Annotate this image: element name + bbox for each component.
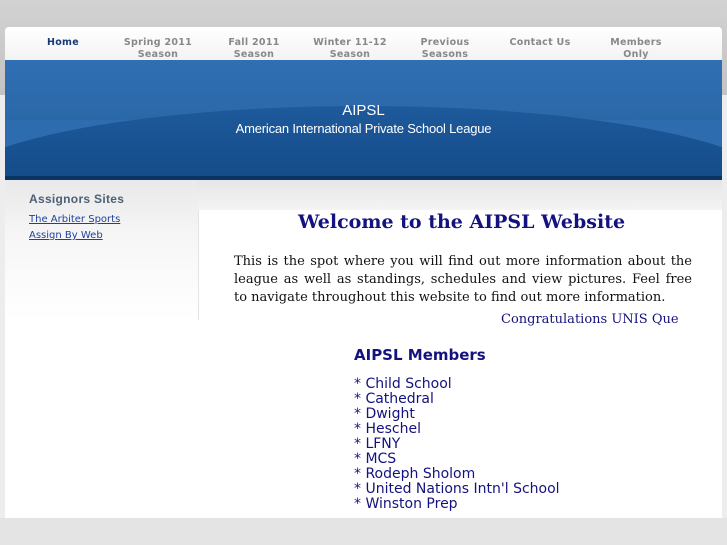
list-item: * MCS: [354, 451, 397, 467]
nav-contact-us[interactable]: Contact Us: [502, 37, 578, 49]
list-item: * Child School: [354, 376, 452, 392]
marquee-text: Congratulations UNIS Que: [501, 312, 679, 327]
list-item: * Heschel: [354, 421, 421, 437]
nav-winter-11-12-season[interactable]: Winter 11-12 Season: [308, 37, 392, 61]
members-list: * Child School * Cathedral * Dwight * He…: [354, 377, 560, 512]
members-heading: AIPSL Members: [354, 346, 486, 364]
sidebar-link-assign-by-web[interactable]: Assign By Web: [29, 230, 103, 241]
page-frame: Home Spring 2011 Season Fall 2011 Season…: [5, 27, 722, 518]
intro-paragraph: This is the spot where you will find out…: [234, 254, 692, 305]
sidebar-divider: [198, 210, 199, 320]
list-item: * Winston Prep: [354, 496, 458, 512]
header-banner: AIPSL American International Private Sch…: [5, 60, 722, 180]
nav-fall-2011-season[interactable]: Fall 2011 Season: [219, 37, 289, 61]
sidebar-title: Assignors Sites: [29, 192, 125, 206]
bottom-background-band: [0, 518, 727, 545]
site-subtitle: American International Private School Le…: [235, 121, 492, 136]
nav-members-only[interactable]: Members Only: [601, 37, 671, 61]
list-item: * Dwight: [354, 406, 415, 422]
nav-home[interactable]: Home: [41, 37, 85, 49]
list-item: * United Nations Intn'l School: [354, 481, 560, 497]
list-item: * LFNY: [354, 436, 401, 452]
list-item: * Cathedral: [354, 391, 434, 407]
welcome-heading: Welcome to the AIPSL Website: [298, 211, 626, 233]
nav-previous-seasons[interactable]: Previous Seasons: [409, 37, 481, 61]
site-title: AIPSL: [342, 102, 385, 119]
news-marquee: Congratulations UNIS Que: [395, 312, 692, 330]
list-item: * Rodeph Sholom: [354, 466, 476, 482]
sidebar-link-arbiter-sports[interactable]: The Arbiter Sports: [29, 214, 120, 225]
nav-spring-2011-season[interactable]: Spring 2011 Season: [118, 37, 198, 61]
main-nav: Home Spring 2011 Season Fall 2011 Season…: [5, 27, 722, 60]
